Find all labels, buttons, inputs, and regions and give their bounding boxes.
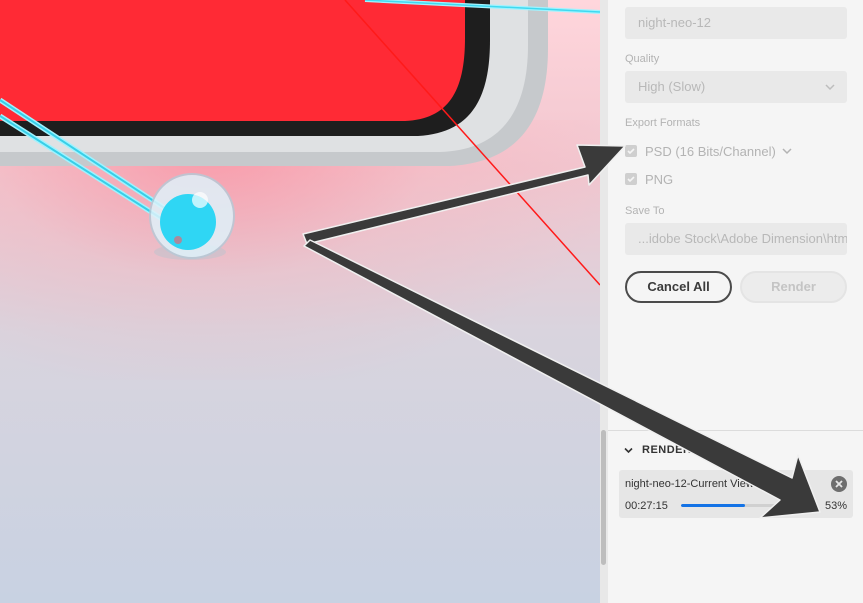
render-progress-percent: 53%: [824, 500, 847, 512]
render-section-header[interactable]: RENDER: [624, 444, 691, 456]
quality-label: Quality: [625, 53, 660, 65]
png-checkbox[interactable]: [625, 173, 637, 185]
chevron-down-icon[interactable]: [782, 147, 792, 155]
cancel-job-icon[interactable]: [831, 476, 847, 492]
quality-select[interactable]: High (Slow): [625, 71, 847, 103]
export-formats-label: Export Formats: [625, 117, 701, 129]
format-option-psd[interactable]: PSD (16 Bits/Channel): [625, 142, 792, 160]
section-divider: [608, 430, 863, 431]
render-job-name: night-neo-12-Current View: [625, 478, 754, 490]
psd-label: PSD (16 Bits/Channel): [645, 143, 776, 159]
neon-sign-face: [0, 0, 465, 121]
export-panel: night-neo-12 Quality High (Slow) Export …: [608, 0, 863, 603]
psd-checkbox[interactable]: [625, 145, 637, 157]
render-elapsed-time: 00:27:15: [625, 500, 668, 512]
save-to-field[interactable]: ...idobe Stock\Adobe Dimension\html: [625, 223, 847, 255]
render-progress-fill: [681, 504, 745, 507]
filename-value: night-neo-12: [638, 15, 711, 30]
render-button[interactable]: Render: [740, 271, 847, 303]
viewport-scrollbar-thumb[interactable]: [601, 430, 606, 565]
format-option-png[interactable]: PNG: [625, 170, 673, 188]
png-label: PNG: [645, 171, 674, 187]
viewport-scene: [0, 0, 600, 286]
chevron-down-icon: [825, 84, 835, 91]
save-to-path: ...idobe Stock\Adobe Dimension\html: [638, 231, 847, 246]
render-section-title: RENDER: [642, 444, 692, 456]
chevron-down-icon: [624, 447, 633, 453]
render-progress-bar: [681, 504, 801, 507]
cancel-all-button[interactable]: Cancel All: [625, 271, 732, 303]
render-job-card: night-neo-12-Current View 00:27:15 53%: [619, 470, 853, 518]
save-to-label: Save To: [625, 205, 665, 217]
quality-value: High (Slow): [638, 79, 706, 94]
render-viewport[interactable]: [0, 0, 600, 603]
filename-field[interactable]: night-neo-12: [625, 7, 847, 39]
checkmark-icon: [627, 148, 635, 155]
checkmark-icon: [627, 176, 635, 183]
